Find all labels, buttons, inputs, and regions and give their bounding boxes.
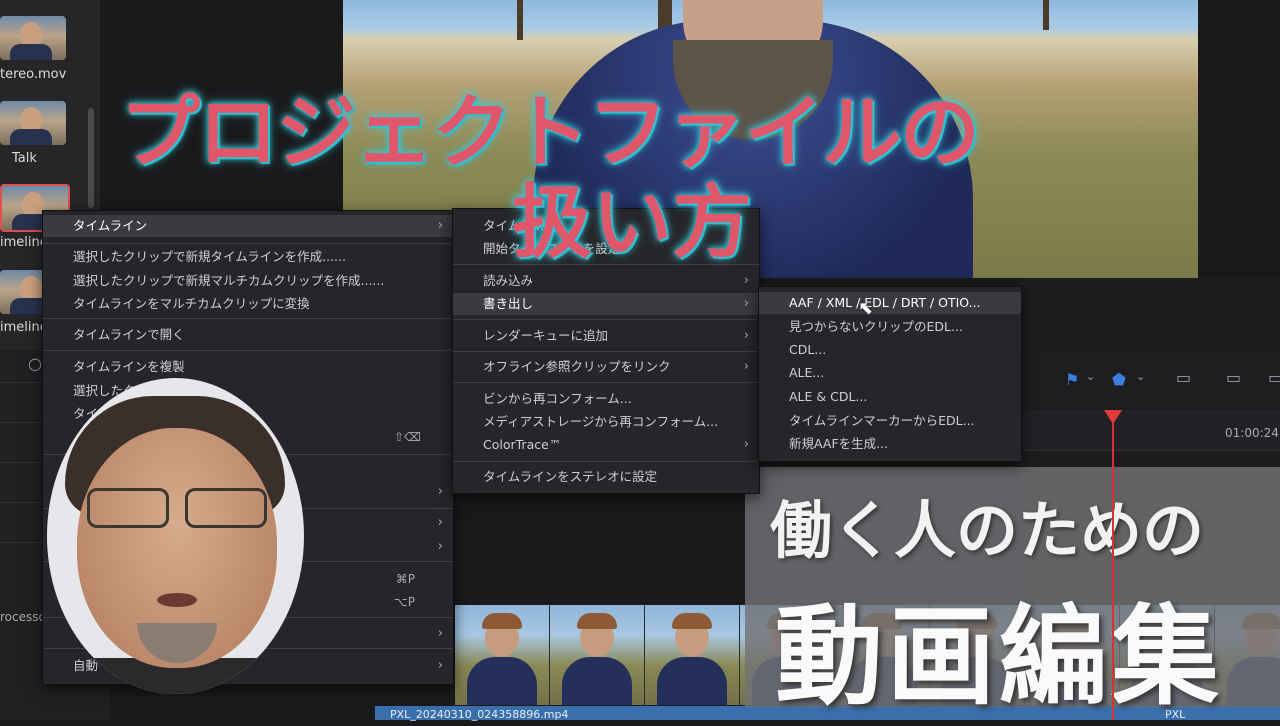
- shortcut-label: ⇧⌫: [393, 430, 421, 444]
- timeline-clip-name: PXL_20240310_024358896.mp4: [390, 708, 569, 721]
- search-icon[interactable]: ○: [28, 354, 42, 373]
- menu-item-reconform-bins[interactable]: ビンから再コンフォーム...: [453, 388, 759, 410]
- menu-item-cdl[interactable]: CDL...: [759, 339, 1021, 361]
- clip-thumbnail[interactable]: [0, 101, 66, 145]
- menu-item-label: 新規AAFを生成...: [789, 436, 889, 451]
- presenter-video-overlay: [47, 378, 304, 694]
- menu-item-label: 見つからないクリップのEDL...: [789, 319, 963, 334]
- shortcut-label: ⌘P: [395, 572, 415, 586]
- export-submenu: AAF / XML / EDL / DRT / OTIO... 見つからないクリ…: [758, 286, 1022, 462]
- clip-label: imeline: [0, 320, 48, 335]
- clip-label: Talk: [12, 151, 37, 166]
- menu-item-label: タイムライン: [73, 218, 148, 233]
- menu-item-add-render-queue[interactable]: レンダーキューに追加 ›: [453, 325, 759, 347]
- menu-item-label: ColorTrace™: [483, 437, 562, 452]
- menu-item-label: タイムラインをマルチカムクリップに変換: [73, 296, 310, 311]
- menu-item-label: レンダーキューに追加: [483, 328, 609, 343]
- media-pool-scrollbar[interactable]: [88, 108, 94, 208]
- chevron-down-icon[interactable]: ⌄: [1136, 370, 1145, 383]
- menu-item-ale[interactable]: ALE...: [759, 362, 1021, 384]
- chevron-right-icon: ›: [437, 658, 443, 673]
- overlay-title-line2: 扱い方: [512, 176, 752, 269]
- chevron-right-icon: ›: [743, 328, 749, 343]
- menu-item-label: 書き出し: [483, 296, 534, 311]
- zoom-fit-icon[interactable]: ▭: [1176, 368, 1191, 387]
- menu-item-create-from-selected[interactable]: 選択したクリップで作成: [43, 380, 453, 402]
- menu-item-label: ALE & CDL...: [789, 389, 868, 404]
- menu-item-link-offline-reference[interactable]: オフライン参照クリップをリンク ›: [453, 356, 759, 378]
- chevron-right-icon: ›: [437, 515, 443, 530]
- menu-item-export-aaf-xml[interactable]: AAF / XML / EDL / DRT / OTIO...: [759, 292, 1021, 314]
- chevron-right-icon: ›: [437, 626, 443, 641]
- playhead-handle[interactable]: [1104, 410, 1122, 424]
- clip-label: tereo.mov: [0, 67, 67, 82]
- clip-label: imeline: [0, 235, 48, 250]
- menu-item-label: 選択したクリップで新規タイムラインを作成......: [73, 249, 346, 264]
- menu-item-ale-cdl[interactable]: ALE & CDL...: [759, 386, 1021, 408]
- zoom-detail-icon[interactable]: ▭: [1226, 368, 1241, 387]
- menu-item-label: タイムラインを複製: [73, 359, 185, 374]
- menu-item-label: タイムラインマーカーからEDL...: [789, 413, 975, 428]
- menu-item-generate-aaf[interactable]: 新規AAFを生成...: [759, 433, 1021, 455]
- ruler-timecode: 01:00:24:0: [1225, 426, 1280, 440]
- menu-item-convert-multicam[interactable]: タイムラインをマルチカムクリップに変換: [43, 293, 453, 315]
- zoom-custom-icon[interactable]: ▭: [1268, 368, 1280, 387]
- playhead-line[interactable]: [1112, 410, 1114, 720]
- shortcut-label: ⌥P: [393, 595, 415, 609]
- menu-item-export[interactable]: 書き出し ›: [453, 293, 759, 315]
- menu-item-label: ビンから再コンフォーム...: [483, 391, 632, 406]
- menu-item-timeline[interactable]: タイムライン ›: [43, 215, 453, 237]
- menu-item-label: 読み込み: [483, 273, 534, 288]
- chevron-right-icon: ›: [437, 539, 443, 554]
- mouse-cursor-icon: ⬉: [858, 298, 874, 319]
- menu-item-label: AAF / XML / EDL / DRT / OTIO...: [789, 295, 981, 310]
- flag-icon[interactable]: ⚑: [1065, 370, 1079, 389]
- menu-item-colortrace[interactable]: ColorTrace™ ›: [453, 434, 759, 456]
- chevron-right-icon: ›: [743, 437, 749, 452]
- menu-item-label: オフライン参照クリップをリンク: [483, 359, 671, 374]
- menu-item-marker-edl[interactable]: タイムラインマーカーからEDL...: [759, 410, 1021, 432]
- menu-item-label: タイムラインで開く: [73, 327, 185, 342]
- menu-item-duplicate-timeline[interactable]: タイムラインを複製: [43, 356, 453, 378]
- menu-item-new-multicam[interactable]: 選択したクリップで新規マルチカムクリップを作成......: [43, 270, 453, 292]
- promo-title: 動画編集: [775, 595, 1224, 720]
- menu-item-set-stereo[interactable]: タイムラインをステレオに設定: [453, 466, 759, 488]
- chevron-right-icon: ›: [743, 359, 749, 374]
- menu-item-label: メディアストレージから再コンフォーム...: [483, 414, 719, 429]
- chevron-right-icon: ›: [743, 296, 749, 311]
- menu-item-missing-clips-edl[interactable]: 見つからないクリップのEDL...: [759, 316, 1021, 338]
- menu-item-open-in-timeline[interactable]: タイムラインで開く: [43, 324, 453, 346]
- marker-icon[interactable]: ⬟: [1112, 370, 1126, 389]
- menu-item-label: 選択したクリップで新規マルチカムクリップを作成......: [73, 273, 385, 288]
- menu-item-label: CDL...: [789, 342, 827, 357]
- chevron-down-icon[interactable]: ⌄: [1086, 370, 1095, 383]
- chevron-right-icon: ›: [437, 218, 443, 233]
- chevron-right-icon: ›: [437, 484, 443, 499]
- timeline-toolbar: ⚑ ⌄ ⬟ ⌄ ▭ ▭ ▭: [1020, 352, 1280, 408]
- promo-subtitle: 働く人のための: [770, 494, 1205, 567]
- clip-thumbnail[interactable]: [0, 16, 66, 60]
- menu-item-label: タイムラインをステレオに設定: [483, 469, 658, 484]
- menu-item-reconform-storage[interactable]: メディアストレージから再コンフォーム...: [453, 411, 759, 433]
- menu-item-new-timeline-from-clips[interactable]: 選択したクリップで新規タイムラインを作成......: [43, 246, 453, 268]
- menu-item-label: ALE...: [789, 365, 825, 380]
